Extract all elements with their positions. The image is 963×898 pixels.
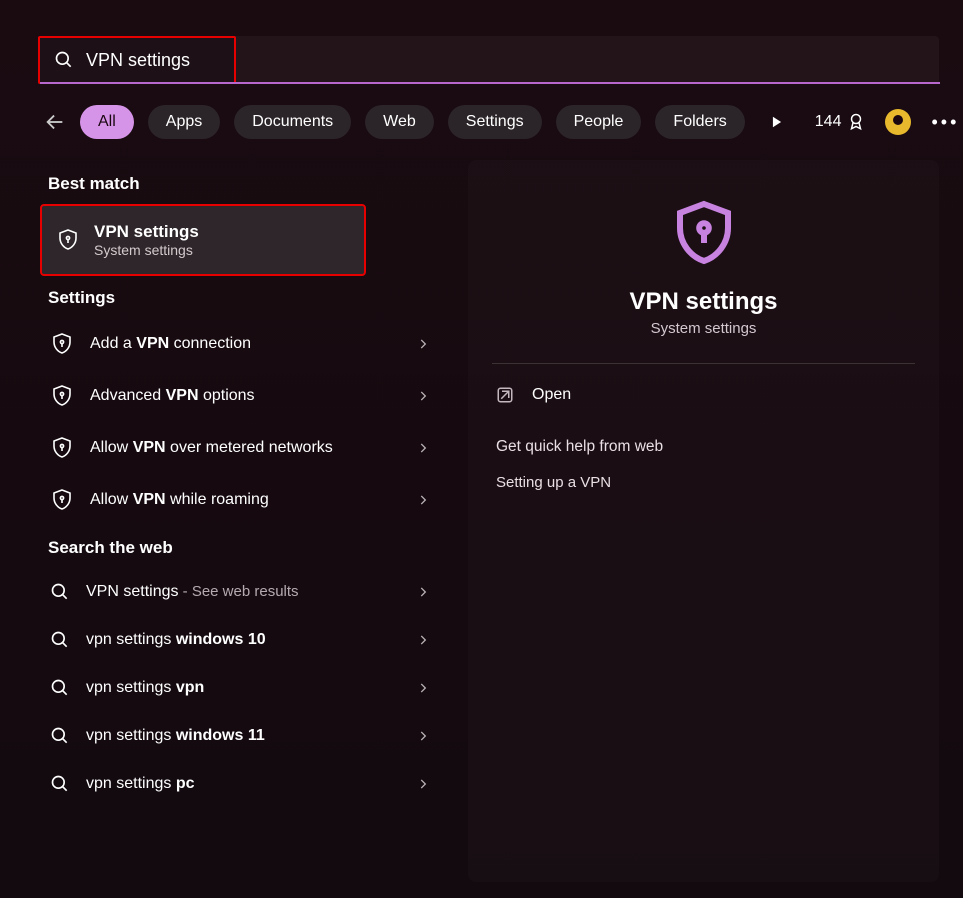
search-icon [50, 726, 70, 746]
preview-title: VPN settings [629, 288, 777, 316]
chevron-right-icon [416, 777, 430, 791]
settings-item-vpn-roaming[interactable]: Allow VPN while roaming [40, 474, 440, 526]
search-icon [50, 582, 70, 602]
shield-lock-icon [50, 488, 74, 512]
filter-documents[interactable]: Documents [234, 105, 351, 139]
search-icon [50, 678, 70, 698]
item-label: vpn settings windows 10 [86, 631, 400, 649]
shield-lock-icon-large [668, 198, 740, 270]
search-input-value: VPN settings [86, 50, 190, 71]
filter-web[interactable]: Web [365, 105, 434, 139]
web-result-vpn-settings[interactable]: VPN settings - See web results [40, 568, 440, 616]
chevron-right-icon [416, 681, 430, 695]
section-best-match: Best match [48, 174, 440, 194]
open-action[interactable]: Open [492, 374, 915, 416]
item-label: Add a VPN connection [90, 335, 400, 353]
chevron-right-icon [416, 337, 430, 351]
filter-all[interactable]: All [80, 105, 134, 139]
web-result-windows-11[interactable]: vpn settings windows 11 [40, 712, 440, 760]
item-label: vpn settings pc [86, 775, 400, 793]
shield-lock-icon [50, 384, 74, 408]
search-icon [50, 630, 70, 650]
points-value: 144 [815, 113, 842, 131]
back-button[interactable] [44, 104, 66, 140]
help-link-setup-vpn[interactable]: Setting up a VPN [492, 466, 915, 499]
search-bar[interactable]: VPN settings [38, 36, 236, 84]
filter-settings[interactable]: Settings [448, 105, 542, 139]
search-icon [54, 50, 74, 70]
more-options[interactable]: ••• [931, 112, 959, 133]
chevron-right-icon [416, 441, 430, 455]
arrow-left-icon [44, 111, 66, 133]
settings-item-vpn-metered[interactable]: Allow VPN over metered networks [40, 422, 440, 474]
best-match-result[interactable]: VPN settings System settings [40, 204, 366, 276]
content-area: Best match VPN settings System settings … [40, 160, 939, 882]
item-label: vpn settings vpn [86, 679, 400, 697]
help-section-title: Get quick help from web [496, 438, 911, 456]
preview-hero: VPN settings System settings [492, 184, 915, 337]
shield-lock-icon [50, 436, 74, 460]
section-settings: Settings [48, 288, 440, 308]
filter-apps[interactable]: Apps [148, 105, 220, 139]
play-button[interactable] [759, 104, 795, 140]
open-label: Open [532, 386, 571, 404]
shield-lock-icon [50, 332, 74, 356]
filter-bar: All Apps Documents Web Settings People F… [44, 104, 939, 140]
preview-subtitle: System settings [651, 320, 757, 337]
item-label: Allow VPN while roaming [90, 491, 400, 509]
rewards-points[interactable]: 144 [815, 113, 866, 131]
web-result-windows-10[interactable]: vpn settings windows 10 [40, 616, 440, 664]
preview-panel: VPN settings System settings Open Get qu… [468, 160, 939, 882]
best-match-title: VPN settings [94, 222, 199, 242]
divider [492, 363, 915, 364]
open-external-icon [496, 386, 514, 404]
web-result-vpn[interactable]: vpn settings vpn [40, 664, 440, 712]
shield-lock-icon [56, 228, 80, 252]
play-icon [770, 115, 784, 129]
chevron-right-icon [416, 633, 430, 647]
best-match-subtitle: System settings [94, 242, 199, 258]
filter-folders[interactable]: Folders [655, 105, 744, 139]
item-label: Advanced VPN options [90, 387, 400, 405]
start-search-window: VPN settings All Apps Documents Web Sett… [0, 0, 963, 898]
section-search-web: Search the web [48, 538, 440, 558]
filter-people[interactable]: People [556, 105, 642, 139]
settings-item-add-vpn[interactable]: Add a VPN connection [40, 318, 440, 370]
web-result-pc[interactable]: vpn settings pc [40, 760, 440, 808]
user-avatar[interactable] [885, 109, 911, 135]
settings-item-advanced-vpn[interactable]: Advanced VPN options [40, 370, 440, 422]
chevron-right-icon [416, 493, 430, 507]
item-label: Allow VPN over metered networks [90, 439, 400, 457]
chevron-right-icon [416, 389, 430, 403]
search-icon [50, 774, 70, 794]
chevron-right-icon [416, 729, 430, 743]
ribbon-icon [847, 113, 865, 131]
item-label: VPN settings - See web results [86, 583, 400, 601]
results-column: Best match VPN settings System settings … [40, 160, 440, 882]
item-label: vpn settings windows 11 [86, 727, 400, 745]
chevron-right-icon [416, 585, 430, 599]
